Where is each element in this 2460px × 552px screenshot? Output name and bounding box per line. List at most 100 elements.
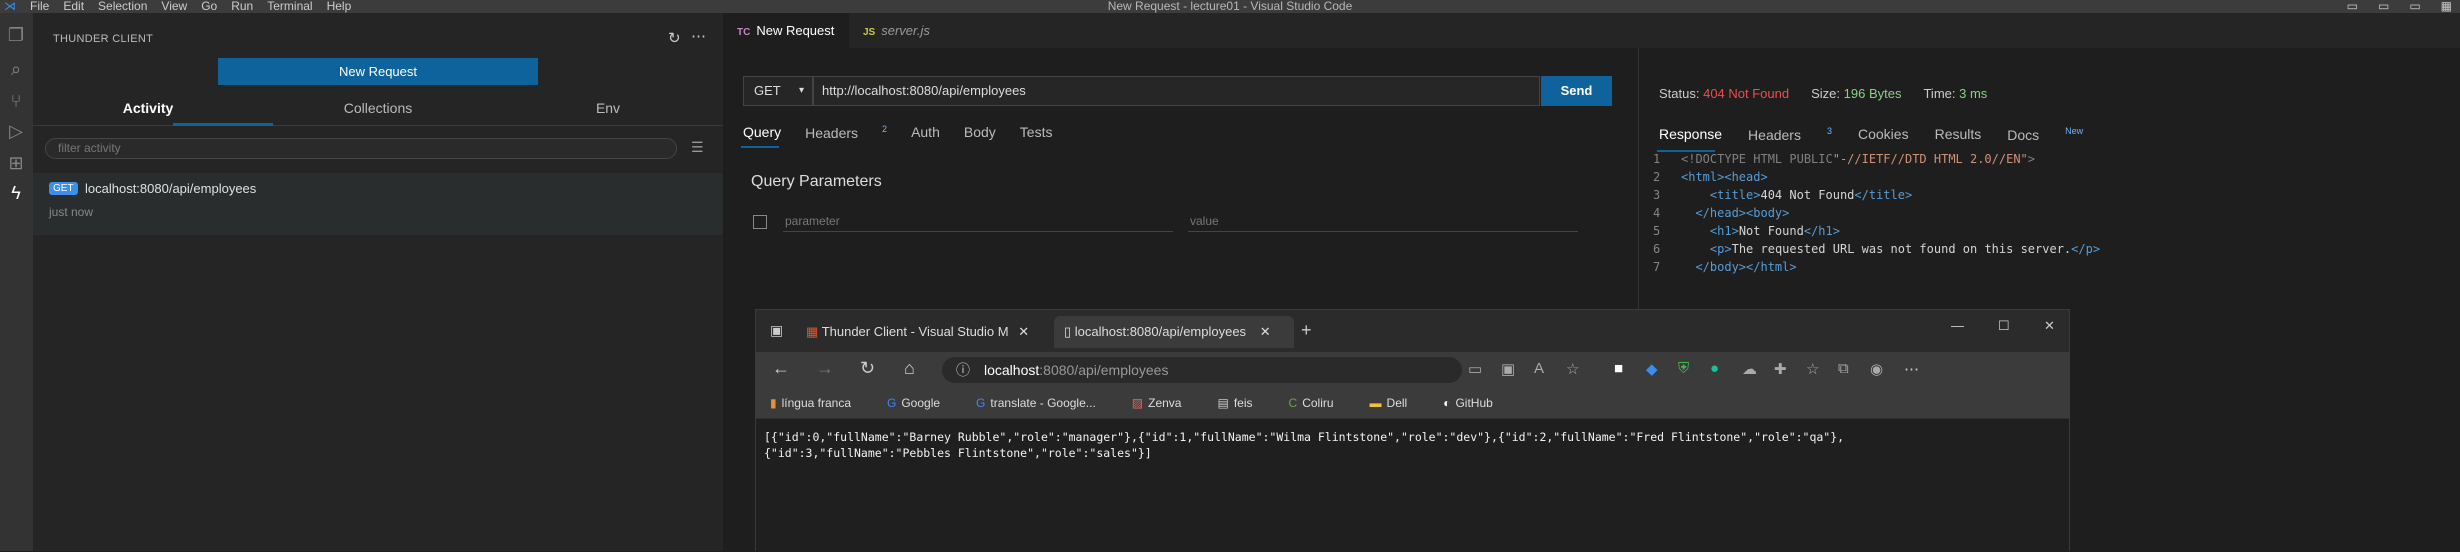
- extension-icon[interactable]: ◆: [1646, 360, 1658, 378]
- forward-icon[interactable]: →: [816, 358, 834, 379]
- value-input[interactable]: value: [1188, 210, 1578, 232]
- tab-headers[interactable]: Headers 2: [805, 124, 887, 141]
- address-host: localhost: [984, 362, 1040, 378]
- bookmark-item[interactable]: G Google: [887, 396, 958, 410]
- split-screen-icon[interactable]: ▣: [1501, 360, 1515, 378]
- bookmark-item[interactable]: ◐ GitHub: [1443, 396, 1511, 410]
- tab-cookies[interactable]: Cookies: [1858, 126, 1909, 143]
- tab-headers-label: Headers: [805, 124, 859, 141]
- tab-response[interactable]: Response: [1659, 126, 1722, 143]
- search-icon[interactable]: ⌕: [4, 57, 28, 81]
- microsoft-icon: ▦: [806, 324, 819, 339]
- active-tab-indicator: [173, 123, 273, 126]
- tab-new-request[interactable]: TCNew Request ×: [723, 13, 849, 75]
- panel-toggle-icon[interactable]: ▭: [2378, 0, 2389, 13]
- refresh-icon[interactable]: ↻: [668, 29, 681, 47]
- address-toolbar: ← → ↻ ⌂ ⓘ localhost:8080/api/employees ▭…: [756, 352, 2069, 388]
- read-aloud-icon[interactable]: A: [1534, 360, 1544, 377]
- profile-avatar-icon[interactable]: ◉: [1870, 360, 1883, 378]
- activity-bar: ❐ ⌕ ⑂ ▷ ⊞ ϟ: [0, 13, 33, 551]
- filter-activity-input[interactable]: filter activity: [45, 138, 677, 159]
- home-icon[interactable]: ⌂: [904, 358, 915, 379]
- method-select[interactable]: GET ▾: [743, 76, 813, 106]
- tab-activity[interactable]: Activity: [33, 100, 263, 116]
- layout-toggle-icon[interactable]: ▭: [2347, 0, 2358, 13]
- tab-results[interactable]: Results: [1935, 126, 1982, 143]
- tab-env[interactable]: Env: [493, 100, 723, 116]
- js-file-icon: JS: [863, 27, 876, 38]
- line-number: 2: [1653, 170, 1661, 184]
- customize-layout-icon[interactable]: ▦: [2441, 0, 2452, 13]
- app-available-icon[interactable]: ▭: [1468, 360, 1482, 378]
- extensions-puzzle-icon[interactable]: ✚: [1774, 360, 1787, 378]
- source-control-icon[interactable]: ⑂: [4, 89, 28, 113]
- minimize-icon[interactable]: —: [1951, 318, 1964, 333]
- grammarly-icon[interactable]: ●: [1710, 360, 1719, 377]
- sidebar-toggle-icon[interactable]: ▭: [2409, 0, 2420, 13]
- browser-window: ▣ ▦ Thunder Client - Visual Studio M ✕ ▯…: [755, 309, 2070, 552]
- thunder-client-icon[interactable]: ϟ: [4, 181, 28, 205]
- send-button[interactable]: Send: [1541, 76, 1612, 106]
- refresh-icon[interactable]: ↻: [860, 358, 875, 379]
- back-icon[interactable]: ←: [772, 358, 790, 379]
- info-icon[interactable]: ⓘ: [956, 357, 970, 383]
- extensions-icon[interactable]: ⊞: [4, 151, 28, 175]
- run-debug-icon[interactable]: ▷: [4, 119, 28, 143]
- github-icon: ◐: [1443, 396, 1451, 410]
- tab-tests[interactable]: Tests: [1020, 124, 1053, 141]
- close-window-icon[interactable]: ✕: [2044, 318, 2055, 334]
- bookmark-item[interactable]: ▤ feis: [1217, 396, 1270, 410]
- code-line: <h1>Not Found</h1>: [1709, 224, 1840, 238]
- tab-docs[interactable]: Docs New: [2007, 126, 2083, 143]
- bookmark-item[interactable]: C Coliru: [1289, 396, 1352, 410]
- new-request-button[interactable]: New Request: [218, 58, 538, 85]
- tab-body[interactable]: Body: [964, 124, 996, 141]
- code-line: <p>The requested URL was not found on th…: [1709, 242, 2101, 256]
- bookmark-icon: ▮: [770, 396, 777, 410]
- close-icon[interactable]: ✕: [1260, 324, 1271, 339]
- code-line: <!DOCTYPE HTML PUBLIC"-//IETF//DTD HTML …: [1681, 152, 2036, 166]
- history-item[interactable]: GET localhost:8080/api/employees just no…: [33, 173, 723, 235]
- bookmark-item[interactable]: ▬ Dell: [1370, 396, 1426, 410]
- code-line: <html><head>: [1681, 170, 1768, 184]
- adblock-shield-icon[interactable]: ⛨: [1678, 360, 1689, 377]
- time-value: 3 ms: [1959, 86, 1988, 101]
- active-tab-indicator: [741, 146, 779, 148]
- address-bar[interactable]: ⓘ localhost:8080/api/employees: [942, 357, 1462, 383]
- tab-server-js[interactable]: JS server.js: [849, 13, 959, 48]
- new-tab-icon[interactable]: +: [1301, 320, 1312, 341]
- collections-icon[interactable]: ⧉: [1838, 360, 1849, 377]
- feis-icon: ▤: [1217, 396, 1229, 410]
- bookmark-item[interactable]: ▮ língua franca: [770, 396, 869, 410]
- size-label: Size:: [1811, 86, 1841, 101]
- browser-tab-thunder[interactable]: ▦ Thunder Client - Visual Studio M ✕: [796, 316, 1051, 348]
- filter-menu-icon[interactable]: ☰: [691, 139, 704, 156]
- tab-auth[interactable]: Auth: [911, 124, 940, 141]
- tab-response-headers[interactable]: Headers 3: [1748, 126, 1832, 143]
- parameter-input[interactable]: parameter: [783, 210, 1173, 232]
- line-number: 1: [1653, 152, 1661, 166]
- favorite-star-icon[interactable]: ☆: [1566, 360, 1579, 378]
- settings-more-icon[interactable]: ⋯: [1904, 360, 1919, 378]
- maximize-icon[interactable]: ☐: [1998, 318, 2010, 334]
- extension-icon[interactable]: ■: [1614, 360, 1623, 377]
- extension-icon[interactable]: ☁: [1742, 360, 1757, 378]
- address-path: :8080/api/employees: [1039, 362, 1169, 378]
- explorer-icon[interactable]: ❐: [4, 23, 28, 47]
- bookmark-label: língua franca: [781, 396, 851, 410]
- param-checkbox[interactable]: [753, 215, 767, 229]
- bookmark-item[interactable]: ▨ Zenva: [1132, 396, 1200, 410]
- url-input[interactable]: http://localhost:8080/api/employees: [813, 76, 1540, 106]
- bookmark-item[interactable]: Gtranslate - Google...: [976, 396, 1114, 410]
- browser-tab-employees[interactable]: ▯ localhost:8080/api/employees ✕: [1054, 316, 1294, 348]
- tab-collections[interactable]: Collections: [263, 100, 493, 116]
- coliru-icon: C: [1288, 396, 1298, 410]
- tab-query[interactable]: Query: [743, 124, 781, 141]
- more-actions-icon[interactable]: ⋯: [691, 27, 706, 45]
- thunder-client-badge: TC: [737, 27, 751, 38]
- code-line: </head><body>: [1695, 206, 1790, 220]
- favorites-icon[interactable]: ☆: [1806, 360, 1819, 378]
- close-icon[interactable]: ✕: [1018, 324, 1029, 339]
- tab-actions-icon[interactable]: ▣: [770, 322, 783, 339]
- tab-label: server.js: [881, 23, 930, 38]
